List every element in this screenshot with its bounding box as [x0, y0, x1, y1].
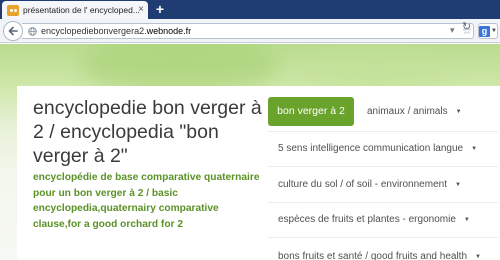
site-title[interactable]: encyclopedie bon verger à 2 / encycloped… — [33, 96, 263, 168]
address-bar[interactable]: encyclopediebonvergera2.webnode.fr ▾ ☆ — [22, 23, 474, 39]
chevron-down-icon: ▼ — [491, 28, 497, 34]
dropdown-caret-icon: ▼ — [455, 108, 462, 115]
nav-divider — [268, 202, 498, 203]
browser-tab-strip: présentation de l' encycloped... × + — [0, 0, 500, 19]
browser-tab[interactable]: présentation de l' encycloped... × — [2, 1, 148, 19]
new-tab-button[interactable]: + — [152, 1, 168, 17]
url-prefix: encyclopediebonvergera2. — [41, 26, 147, 36]
nav-item-label: animaux / animals — [367, 106, 448, 117]
url-history-dropdown-icon[interactable]: ▾ — [450, 25, 455, 36]
back-button[interactable] — [3, 21, 23, 41]
back-arrow-icon — [8, 26, 18, 36]
reload-icon[interactable]: ↻ — [462, 20, 471, 33]
nav-divider — [268, 131, 498, 132]
nav-item-health[interactable]: bons fruits et santé / good fruits and h… — [278, 251, 481, 260]
dropdown-caret-icon: ▼ — [475, 253, 481, 260]
nav-item-active[interactable]: bon verger à 2 — [268, 97, 354, 126]
site-description: encyclopédie de base comparative quatern… — [33, 172, 260, 230]
url-domain: webnode.fr — [146, 26, 192, 36]
nav-item-species[interactable]: espèces de fruits et plantes - ergonomie… — [278, 214, 470, 225]
tab-title: présentation de l' encycloped... — [23, 5, 139, 15]
globe-icon — [28, 27, 37, 36]
nav-item-label: culture du sol / of soil - environnement — [278, 179, 447, 190]
tab-close-icon[interactable]: × — [138, 4, 144, 15]
nav-item-animals[interactable]: animaux / animals ▼ — [367, 106, 462, 117]
site-favicon-icon — [7, 4, 19, 16]
nav-divider — [268, 237, 498, 238]
nav-divider — [268, 166, 498, 167]
dropdown-caret-icon: ▼ — [463, 216, 470, 223]
nav-item-soil[interactable]: culture du sol / of soil - environnement… — [278, 179, 461, 190]
nav-item-senses[interactable]: 5 sens intelligence communication langue… — [278, 143, 477, 154]
browser-navigation-bar: encyclopediebonvergera2.webnode.fr ▾ ☆ ↻… — [0, 19, 500, 43]
nav-item-label: bons fruits et santé / good fruits and h… — [278, 251, 468, 260]
search-engine-button[interactable]: g ▼ — [478, 23, 498, 39]
nav-item-label: 5 sens intelligence communication langue — [278, 143, 464, 154]
dropdown-caret-icon: ▼ — [454, 181, 461, 188]
dropdown-caret-icon: ▼ — [471, 145, 478, 152]
google-icon: g — [479, 25, 491, 37]
url-text[interactable]: encyclopediebonvergera2.webnode.fr — [41, 26, 191, 36]
nav-item-label: espèces de fruits et plantes - ergonomie — [278, 214, 456, 225]
